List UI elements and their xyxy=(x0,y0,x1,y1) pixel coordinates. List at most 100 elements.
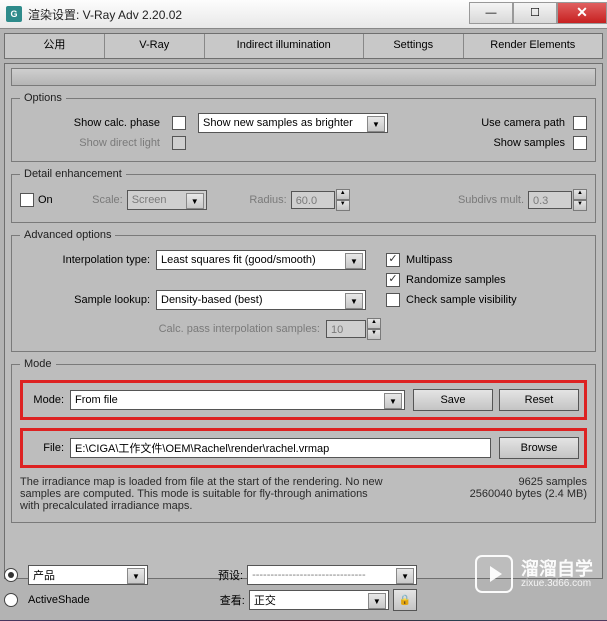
select-samples-display-value: Show new samples as brighter xyxy=(203,117,353,129)
chevron-down-icon: ▼ xyxy=(384,393,402,409)
spinner-up-icon: ▲ xyxy=(573,189,587,200)
mode-description: The irradiance map is loaded from file a… xyxy=(20,476,390,512)
label-detail-on: On xyxy=(38,194,53,206)
group-mode: Mode Mode: From file ▼ Save Reset Fi xyxy=(11,358,596,523)
close-button[interactable]: ✕ xyxy=(557,2,607,24)
watermark-title: 溜溜自学 xyxy=(521,560,593,578)
group-detail-enhancement: Detail enhancement On Scale: Screen ▼ Ra… xyxy=(11,168,596,223)
chevron-down-icon: ▼ xyxy=(345,253,363,269)
label-randomize-samples: Randomize samples xyxy=(406,274,506,286)
checkbox-use-camera-path[interactable] xyxy=(573,116,587,130)
label-mode: Mode: xyxy=(28,394,64,406)
title-bar: G 渲染设置: V-Ray Adv 2.20.02 — ☐ ✕ xyxy=(0,0,607,29)
label-use-camera-path: Use camera path xyxy=(481,117,565,129)
label-multipass: Multipass xyxy=(406,254,452,266)
stat-samples: 9625 samples xyxy=(470,476,587,488)
spinner-up-icon: ▲ xyxy=(336,189,350,200)
maximize-button[interactable]: ☐ xyxy=(513,2,557,24)
label-calc-pass-interp: Calc. pass interpolation samples: xyxy=(20,323,320,335)
chevron-down-icon: ▼ xyxy=(127,568,145,584)
highlight-file-row: File: E:\CIGA\工作文件\OEM\Rachel\render\rac… xyxy=(20,428,587,468)
play-icon xyxy=(475,555,513,593)
tab-vray[interactable]: V-Ray xyxy=(105,34,205,58)
browse-button[interactable]: Browse xyxy=(499,437,579,459)
group-advanced-legend: Advanced options xyxy=(20,229,115,241)
label-check-sample-visibility: Check sample visibility xyxy=(406,294,517,306)
select-mode[interactable]: From file ▼ xyxy=(70,390,405,410)
group-options-legend: Options xyxy=(20,92,66,104)
select-interpolation-type[interactable]: Least squares fit (good/smooth) ▼ xyxy=(156,250,366,270)
select-preset[interactable]: ------------------------------- ▼ xyxy=(247,565,417,585)
label-radius: Radius: xyxy=(207,194,287,206)
select-sample-lookup-value: Density-based (best) xyxy=(161,294,263,306)
group-detail-legend: Detail enhancement xyxy=(20,168,126,180)
label-sample-lookup: Sample lookup: xyxy=(20,294,150,306)
checkbox-show-direct-light xyxy=(172,136,186,150)
select-samples-display[interactable]: Show new samples as brighter ▼ xyxy=(198,113,388,133)
checkbox-randomize-samples[interactable] xyxy=(386,273,400,287)
file-path-value: E:\CIGA\工作文件\OEM\Rachel\render\rachel.vr… xyxy=(75,443,329,455)
spinner-subdivs-mult: 0.3 xyxy=(528,191,572,209)
spinner-radius: 60.0 xyxy=(291,191,335,209)
label-preset: 预设: xyxy=(218,567,243,583)
chevron-down-icon: ▼ xyxy=(345,293,363,309)
lock-icon: 🔒 xyxy=(399,595,411,606)
select-preset-value: ------------------------------- xyxy=(252,569,366,581)
label-interpolation-type: Interpolation type: xyxy=(20,254,150,266)
label-show-samples: Show samples xyxy=(493,137,565,149)
spinner-down-icon: ▼ xyxy=(336,200,350,211)
label-scale: Scale: xyxy=(53,194,123,206)
label-activeshade: ActiveShade xyxy=(28,594,90,606)
chevron-down-icon: ▼ xyxy=(186,193,204,209)
spinner-down-icon: ▼ xyxy=(367,329,381,340)
select-scale-value: Screen xyxy=(132,194,167,206)
select-interpolation-value: Least squares fit (good/smooth) xyxy=(161,254,316,266)
tab-bar: 公用 V-Ray Indirect illumination Settings … xyxy=(4,33,603,59)
tab-settings[interactable]: Settings xyxy=(364,34,464,58)
minimize-button[interactable]: — xyxy=(469,2,513,24)
window-title: 渲染设置: V-Ray Adv 2.20.02 xyxy=(28,6,182,23)
group-options: Options Show calc. phase Show new sample… xyxy=(11,92,596,162)
select-scale: Screen ▼ xyxy=(127,190,207,210)
label-subdivs-mult: Subdivs mult. xyxy=(458,194,524,206)
chevron-down-icon: ▼ xyxy=(367,116,385,132)
label-show-direct-light: Show direct light xyxy=(20,137,160,149)
spinner-up-icon: ▲ xyxy=(367,318,381,329)
checkbox-detail-on[interactable] xyxy=(20,193,34,207)
select-product[interactable]: 产品 ▼ xyxy=(28,565,148,585)
checkbox-multipass[interactable] xyxy=(386,253,400,267)
save-button[interactable]: Save xyxy=(413,389,493,411)
tab-render-elements[interactable]: Render Elements xyxy=(464,34,602,58)
radio-activeshade[interactable] xyxy=(4,593,18,607)
file-path-input[interactable]: E:\CIGA\工作文件\OEM\Rachel\render\rachel.vr… xyxy=(70,438,491,458)
select-view-value: 正交 xyxy=(254,592,276,608)
spinner-down-icon: ▼ xyxy=(573,200,587,211)
select-view[interactable]: 正交 ▼ xyxy=(249,590,389,610)
checkbox-show-samples[interactable] xyxy=(573,136,587,150)
chevron-down-icon: ▼ xyxy=(396,568,414,584)
stat-bytes: 2560040 bytes (2.4 MB) xyxy=(470,488,587,500)
checkbox-check-sample-visibility[interactable] xyxy=(386,293,400,307)
rollout-header[interactable] xyxy=(11,68,596,86)
app-icon: G xyxy=(6,6,22,22)
spinner-calc-pass: 10 xyxy=(326,320,366,338)
highlight-mode-row: Mode: From file ▼ Save Reset xyxy=(20,380,587,420)
tab-common[interactable]: 公用 xyxy=(5,34,105,58)
group-advanced-options: Advanced options Interpolation type: Lea… xyxy=(11,229,596,352)
label-view: 查看: xyxy=(220,592,245,608)
chevron-down-icon: ▼ xyxy=(368,593,386,609)
watermark: 溜溜自学 zixue.3d66.com xyxy=(475,555,593,593)
tab-indirect-illumination[interactable]: Indirect illumination xyxy=(205,34,364,58)
watermark-url: zixue.3d66.com xyxy=(521,578,593,589)
label-show-calc-phase: Show calc. phase xyxy=(20,117,160,129)
select-mode-value: From file xyxy=(75,394,118,406)
lock-button[interactable]: 🔒 xyxy=(393,589,417,611)
checkbox-show-calc-phase[interactable] xyxy=(172,116,186,130)
select-sample-lookup[interactable]: Density-based (best) ▼ xyxy=(156,290,366,310)
group-mode-legend: Mode xyxy=(20,358,56,370)
radio-product[interactable] xyxy=(4,568,18,582)
select-product-value: 产品 xyxy=(33,567,55,583)
reset-button[interactable]: Reset xyxy=(499,389,579,411)
panel-body: Options Show calc. phase Show new sample… xyxy=(4,63,603,579)
label-file: File: xyxy=(28,442,64,454)
